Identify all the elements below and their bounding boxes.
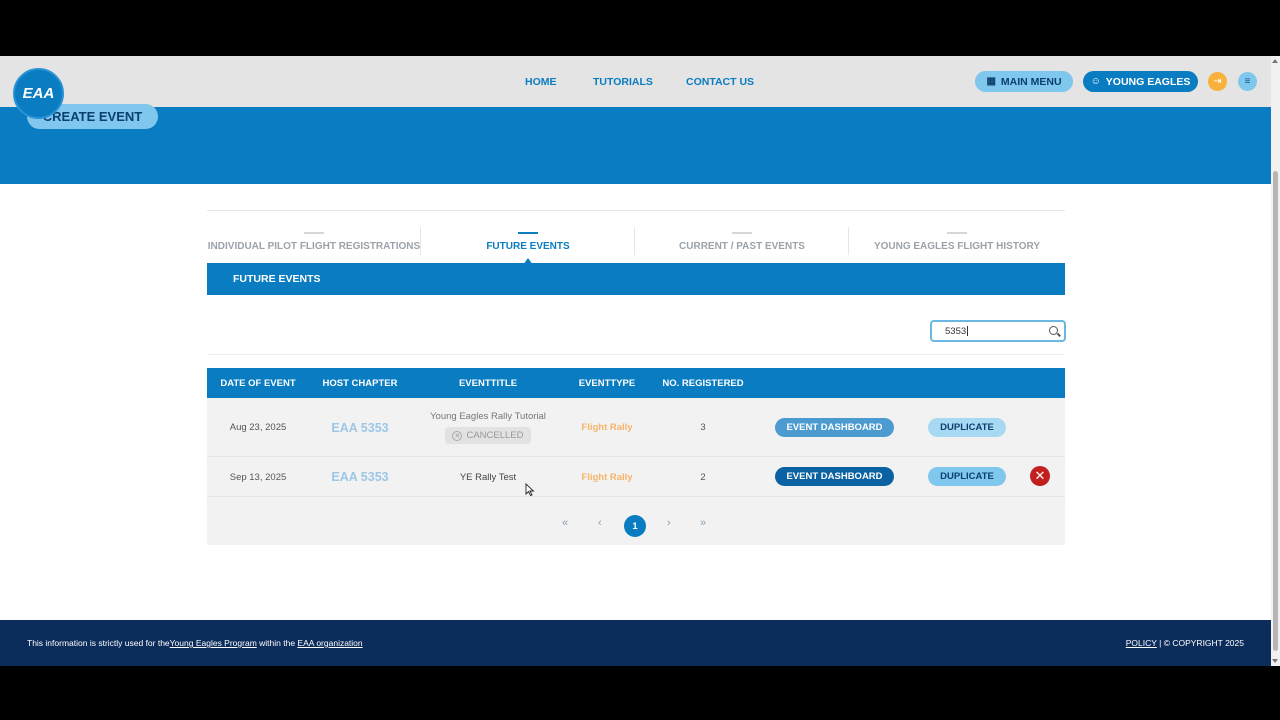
- event-title: Young Eagles Rally Tutorial: [430, 411, 546, 422]
- event-type: Flight Rally: [581, 471, 633, 483]
- header-event-title[interactable]: EVENTTITLE: [411, 368, 565, 398]
- event-date: Sep 13, 2025: [229, 471, 287, 483]
- cancel-icon: ✕: [452, 430, 463, 441]
- event-date: Aug 23, 2025: [229, 422, 287, 433]
- event-type: Flight Rally: [581, 422, 633, 433]
- nav-home-link[interactable]: HOME: [525, 76, 557, 88]
- young-eagles-label: YOUNG EAGLES: [1105, 75, 1191, 88]
- header-date[interactable]: DATE OF EVENT: [207, 368, 309, 398]
- events-table: DATE OF EVENT HOST CHAPTER EVENTTITLE EV…: [207, 368, 1065, 545]
- duplicate-button[interactable]: DUPLICATE: [928, 418, 1006, 437]
- footer-legal: POLICY | © COPYRIGHT 2025: [1126, 638, 1244, 648]
- logo-text: EAA: [22, 85, 55, 102]
- scroll-down-icon[interactable]: [1272, 659, 1278, 663]
- top-navigation: HOME TUTORIALS CONTACT US ▦ MAIN MENU ☺ …: [0, 56, 1271, 107]
- pagination: « ‹ 1 › »: [207, 508, 1065, 545]
- table-row: Aug 23, 2025 EAA 5353 Young Eagles Rally…: [207, 398, 1065, 457]
- eaa-logo[interactable]: EAA: [13, 68, 64, 119]
- copyright-text: | © COPYRIGHT 2025: [1156, 638, 1244, 648]
- header-registered[interactable]: NO. REGISTERED: [649, 368, 757, 398]
- search-icon[interactable]: [1049, 326, 1058, 335]
- nav-tutorials-link[interactable]: TUTORIALS: [593, 76, 653, 88]
- prev-page-icon[interactable]: ‹: [598, 517, 602, 529]
- duplicate-button[interactable]: DUPLICATE: [928, 467, 1006, 486]
- tab-young-eagles-flight-history[interactable]: YOUNG EAGLES FLIGHT HISTORY: [850, 211, 1064, 264]
- header-host-chapter[interactable]: HOST CHAPTER: [309, 368, 411, 398]
- footer-text: This information is strictly used for th…: [27, 638, 170, 648]
- tab-current-past-events[interactable]: CURRENT / PAST EVENTS: [635, 211, 849, 264]
- footer-text-mid: within the: [256, 638, 298, 648]
- search-input[interactable]: 5353: [930, 320, 1066, 342]
- main-menu-button[interactable]: ▦ MAIN MENU: [975, 71, 1073, 92]
- footer: This information is strictly used for th…: [0, 620, 1271, 666]
- young-eagles-program-link[interactable]: Young Eagles Program: [170, 638, 257, 648]
- tab-label: CURRENT / PAST EVENTS: [679, 241, 805, 252]
- registered-count: 2: [700, 471, 706, 483]
- page-1-button[interactable]: 1: [624, 515, 646, 537]
- event-dashboard-button[interactable]: EVENT DASHBOARD: [775, 418, 894, 437]
- event-dashboard-button[interactable]: EVENT DASHBOARD: [775, 467, 894, 486]
- tab-label: INDIVIDUAL PILOT FLIGHT REGISTRATIONS: [207, 241, 421, 252]
- header-event-type[interactable]: EVENTTYPE: [565, 368, 649, 398]
- mouse-cursor-icon: [525, 483, 535, 497]
- tab-future-events[interactable]: FUTURE EVENTS: [421, 211, 635, 265]
- host-chapter-link[interactable]: EAA 5353: [331, 470, 388, 484]
- tab-label: FUTURE EVENTS: [486, 241, 570, 252]
- status-badge: ✕ CANCELLED: [445, 427, 531, 444]
- scrollbar[interactable]: [1271, 56, 1280, 666]
- user-icon: ☺: [1090, 76, 1101, 87]
- event-title: YE Rally Test: [459, 471, 517, 483]
- table-header: DATE OF EVENT HOST CHAPTER EVENTTITLE EV…: [207, 368, 1065, 398]
- last-page-icon[interactable]: »: [700, 517, 706, 529]
- logout-icon[interactable]: ⇥: [1208, 72, 1227, 91]
- section-title: FUTURE EVENTS: [207, 263, 1065, 295]
- divider: [207, 354, 1065, 355]
- scroll-up-icon[interactable]: [1272, 59, 1278, 63]
- first-page-icon[interactable]: «: [562, 517, 568, 529]
- tab-label: YOUNG EAGLES FLIGHT HISTORY: [873, 241, 1041, 252]
- status-text: CANCELLED: [466, 430, 524, 441]
- text-cursor: [967, 326, 969, 336]
- delete-icon[interactable]: ✕: [1030, 466, 1050, 486]
- policy-link[interactable]: POLICY: [1126, 638, 1157, 648]
- tab-individual-pilot-registrations[interactable]: INDIVIDUAL PILOT FLIGHT REGISTRATIONS: [207, 211, 421, 264]
- main-menu-label: MAIN MENU: [1000, 75, 1062, 88]
- nav-contact-link[interactable]: CONTACT US: [686, 76, 754, 88]
- table-row: Sep 13, 2025 EAA 5353 YE Rally Test Flig…: [207, 457, 1065, 497]
- next-page-icon[interactable]: ›: [667, 517, 671, 529]
- hamburger-menu-icon[interactable]: ≡: [1238, 72, 1257, 91]
- grid-icon: ▦: [986, 76, 996, 87]
- browser-viewport: HOME TUTORIALS CONTACT US ▦ MAIN MENU ☺ …: [0, 56, 1280, 666]
- host-chapter-link[interactable]: EAA 5353: [331, 421, 388, 435]
- event-tabs: INDIVIDUAL PILOT FLIGHT REGISTRATIONS FU…: [207, 210, 1065, 265]
- footer-disclaimer: This information is strictly used for th…: [27, 638, 363, 648]
- registered-count: 3: [700, 422, 706, 433]
- scrollbar-thumb[interactable]: [1273, 171, 1278, 651]
- young-eagles-button[interactable]: ☺ YOUNG EAGLES: [1083, 71, 1198, 92]
- search-value: 5353: [945, 325, 967, 337]
- eaa-organization-link[interactable]: EAA organization: [297, 638, 362, 648]
